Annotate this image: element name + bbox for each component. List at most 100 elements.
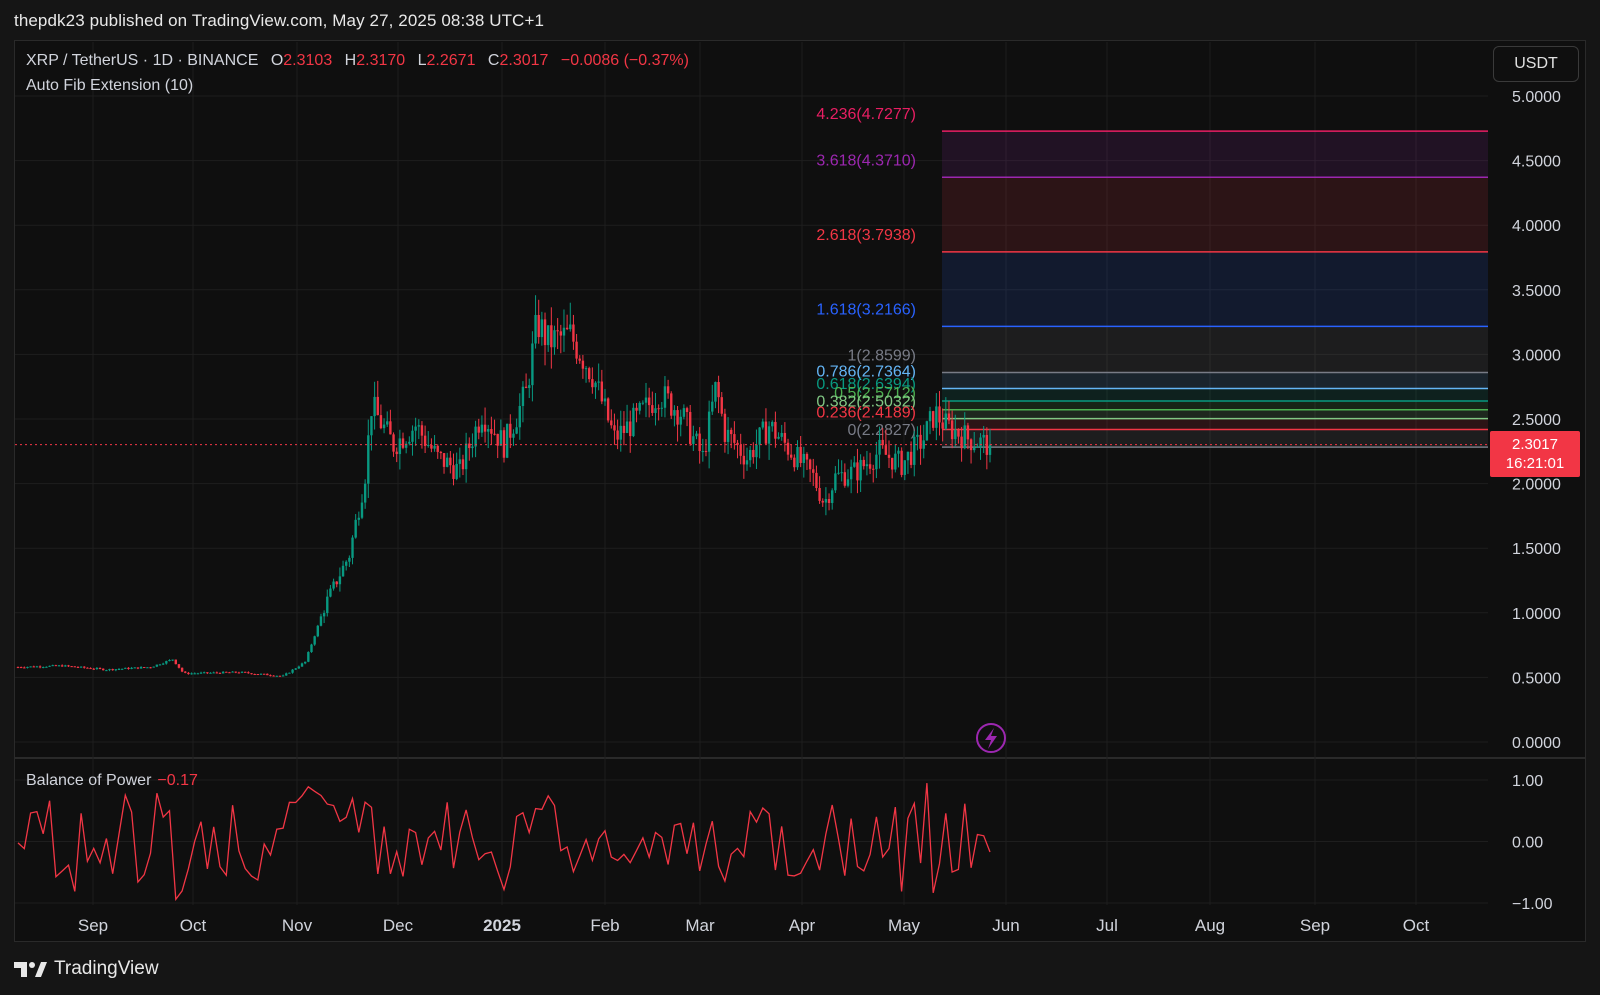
candle-body [704, 451, 708, 453]
candle-body [657, 408, 660, 410]
candle-body [556, 330, 559, 332]
candle-body [269, 675, 272, 677]
candle-body [919, 434, 922, 449]
price-tick-label: 1.0000 [1512, 606, 1561, 623]
lightning-bolt-icon[interactable] [976, 723, 1006, 753]
candle-body [670, 393, 673, 416]
candle-body [578, 358, 581, 361]
footer-brand[interactable]: TradingView [14, 958, 159, 980]
candle-body [540, 319, 544, 338]
candle-body [420, 425, 424, 436]
candle-body [300, 663, 304, 667]
candle-body [799, 446, 802, 463]
candle-body [988, 444, 992, 455]
candle-body [625, 421, 629, 433]
candle-body [619, 425, 622, 440]
candle-body [35, 666, 39, 668]
open-value: 2.3103 [283, 52, 333, 69]
candle-body [114, 669, 118, 671]
candle-body [565, 327, 569, 330]
candle-body [477, 426, 480, 433]
candle-body [206, 672, 209, 674]
time-tick-label: Nov [282, 916, 313, 935]
candle-body [922, 440, 925, 449]
candle-body [105, 670, 108, 672]
candle-body [966, 425, 970, 440]
candle-body [676, 410, 679, 425]
candle-body [733, 434, 736, 443]
candle-body [868, 464, 872, 469]
candle-body [685, 408, 689, 413]
candle-body [692, 436, 695, 444]
candle-body [382, 424, 386, 429]
fib-level-label: 1.618(3.2166) [816, 301, 916, 318]
candle-body [698, 433, 701, 452]
candle-body [338, 576, 342, 585]
candle-body [572, 324, 575, 342]
candle-body [884, 445, 888, 455]
candle-body [262, 673, 266, 675]
candle-body [502, 430, 506, 458]
candle-body [862, 459, 865, 467]
candle-body [427, 444, 430, 446]
balance-of-power-pane: 1.00 0.00 −1.00 [15, 773, 1553, 913]
candle-body [837, 472, 840, 474]
candle-body [57, 665, 61, 667]
candle-body [764, 421, 768, 444]
price-tick-label: 3.0000 [1512, 347, 1561, 364]
candle-body [834, 473, 837, 491]
candle-body [789, 454, 793, 458]
candle-body [351, 537, 354, 558]
candle-body [341, 565, 345, 577]
candle-body [215, 672, 219, 674]
fib-zone [942, 372, 1488, 389]
candle-body [931, 411, 935, 428]
candle-body [673, 410, 676, 416]
candle-body [575, 341, 578, 359]
candle-body [518, 406, 521, 428]
candle-body [550, 325, 553, 348]
candle-body [594, 382, 597, 388]
candle-body [900, 450, 903, 475]
candle-body [493, 433, 496, 435]
candle-body [805, 453, 809, 460]
candle-body [632, 407, 635, 437]
candle-body [976, 446, 979, 448]
candle-body [761, 421, 764, 428]
candle-body [19, 667, 23, 669]
candle-body [742, 455, 746, 465]
price-tick-label: 4.0000 [1512, 218, 1561, 235]
candle-body [386, 421, 389, 425]
candle-body [212, 672, 215, 674]
candle-body [613, 425, 616, 431]
time-tick-label: Oct [180, 916, 207, 935]
candle-body [16, 667, 20, 669]
candle-body [512, 433, 515, 438]
candle-body [562, 327, 566, 336]
chart-canvas[interactable]: 4.236(4.7277) 3.618(4.3710) 2.618(3.7938) 1… [0, 0, 1600, 995]
bop-legend[interactable]: Balance of Power −0.17 [26, 772, 198, 790]
candle-body [231, 671, 234, 673]
candle-body [158, 664, 162, 666]
price-tick-label: 3.5000 [1512, 283, 1561, 300]
candle-body [767, 426, 771, 444]
candle-body [436, 445, 439, 452]
candle-body [117, 668, 121, 670]
time-axis: Sep Oct Nov Dec 2025 Feb Mar Apr May Jun Jul Aug Sep… [78, 916, 1430, 935]
candle-body [471, 446, 474, 449]
candle-body [313, 636, 316, 645]
currency-button[interactable]: USDT [1493, 46, 1579, 82]
bop-tick-label: 0.00 [1512, 835, 1543, 852]
price-tick-label: 4.5000 [1512, 154, 1561, 171]
indicator-legend[interactable]: Auto Fib Extension (10) [26, 77, 193, 95]
candle-body [906, 451, 910, 461]
fib-zone [942, 131, 1488, 178]
candle-body [452, 465, 455, 479]
candle-body [666, 386, 670, 394]
candle-body [288, 672, 291, 674]
fib-zone [942, 400, 1488, 410]
time-tick-label: 2025 [483, 916, 521, 935]
bop-tick-label: 1.00 [1512, 773, 1543, 790]
candle-body [319, 616, 323, 626]
candle-body [960, 436, 963, 449]
